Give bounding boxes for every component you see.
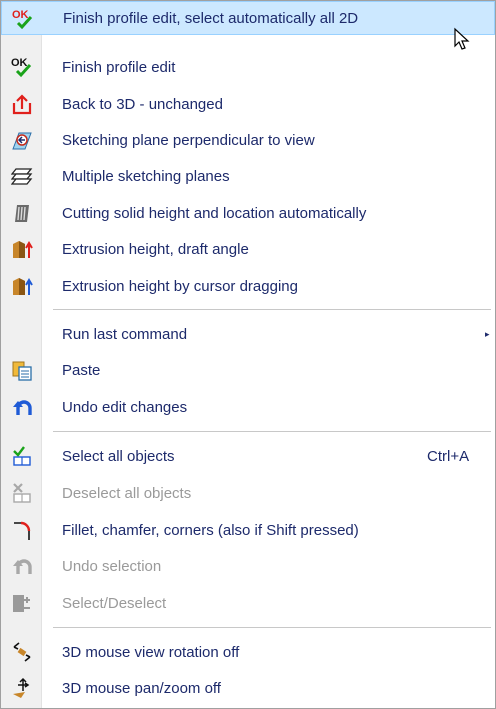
undo-icon [11, 396, 33, 418]
menu-item-finish-profile-edit[interactable]: OK Finish profile edit [1, 50, 495, 84]
menu-item-label: Extrusion height by cursor dragging [62, 277, 298, 295]
menu-item-paste[interactable]: Paste [1, 353, 495, 387]
shortcut-label: Ctrl+A [427, 447, 470, 465]
menu-separator [53, 627, 491, 628]
menu-separator [53, 309, 491, 310]
menu-item-label: Extrusion height, draft angle [62, 240, 249, 258]
menu-item-back-to-3d[interactable]: Back to 3D - unchanged [1, 87, 495, 121]
menu-item-extrusion-drag[interactable]: Extrusion height by cursor dragging [1, 269, 495, 303]
deselect-all-icon [11, 482, 33, 504]
ok-check-icon: OK [12, 8, 34, 30]
menu-item-undo-selection[interactable]: Undo selection [1, 549, 495, 583]
menu-item-select-deselect[interactable]: Select/Deselect [1, 586, 495, 620]
context-menu: OK Finish profile edit, select automatic… [0, 0, 496, 709]
menu-item-label: Deselect all objects [62, 484, 192, 502]
menu-item-3d-mouse-pan-zoom-off[interactable]: 3D mouse pan/zoom off [1, 671, 495, 705]
paste-icon [11, 359, 33, 381]
back-to-3d-icon [11, 93, 33, 115]
menu-item-label: Select/Deselect [62, 594, 167, 612]
menu-item-finish-select-all-2d[interactable]: OK Finish profile edit, select automatic… [1, 1, 495, 35]
menu-separator [53, 431, 491, 432]
menu-item-label: Sketching plane perpendicular to view [62, 131, 315, 149]
sketch-plane-view-icon [11, 129, 33, 151]
menu-item-extrusion-draft[interactable]: Extrusion height, draft angle [1, 232, 495, 266]
menu-item-label: Finish profile edit, select automaticall… [63, 9, 359, 27]
extrusion-draft-icon [11, 238, 33, 260]
menu-item-run-last-command[interactable]: Run last command ▸ [1, 317, 495, 351]
extrusion-drag-icon [11, 275, 33, 297]
mouse-cursor-icon [453, 27, 471, 56]
svg-text:OK: OK [11, 57, 28, 69]
menu-item-label: Fillet, chamfer, corners (also if Shift … [62, 521, 359, 539]
ok-check-icon: OK [11, 56, 33, 78]
menu-item-label: Undo edit changes [62, 398, 188, 416]
pan-zoom-off-icon [11, 677, 33, 699]
menu-item-label: Undo selection [62, 557, 162, 575]
menu-item-label: Back to 3D - unchanged [62, 95, 223, 113]
menu-item-label: Select all objects [62, 447, 175, 465]
menu-item-label: Run last command [62, 325, 188, 343]
menu-item-cutting-solid[interactable]: Cutting solid height and location automa… [1, 196, 495, 230]
menu-item-3d-mouse-rotation-off[interactable]: 3D mouse view rotation off [1, 635, 495, 669]
select-all-icon [11, 445, 33, 467]
menu-item-select-all[interactable]: Select all objects Ctrl+A [1, 439, 495, 473]
menu-item-deselect-all[interactable]: Deselect all objects [1, 476, 495, 510]
cutting-solid-icon [11, 202, 33, 224]
menu-item-label: Multiple sketching planes [62, 167, 230, 185]
undo-selection-icon [11, 555, 33, 577]
submenu-arrow-icon: ▸ [485, 328, 490, 339]
menu-item-label: Cutting solid height and location automa… [62, 204, 367, 222]
svg-text:OK: OK [12, 9, 29, 21]
multiple-planes-icon [11, 165, 33, 187]
menu-item-label: 3D mouse pan/zoom off [62, 679, 221, 697]
menu-item-label: Paste [62, 361, 101, 379]
menu-item-multiple-sketching-planes[interactable]: Multiple sketching planes [1, 159, 495, 193]
menu-item-sketch-plane-perpendicular[interactable]: Sketching plane perpendicular to view [1, 123, 495, 157]
menu-item-label: Finish profile edit [62, 58, 176, 76]
rotation-off-icon [11, 641, 33, 663]
menu-item-fillet-chamfer[interactable]: Fillet, chamfer, corners (also if Shift … [1, 513, 495, 547]
menu-item-undo-edit[interactable]: Undo edit changes [1, 390, 495, 424]
fillet-icon [11, 519, 33, 541]
menu-item-label: 3D mouse view rotation off [62, 643, 240, 661]
select-deselect-icon [11, 592, 33, 614]
